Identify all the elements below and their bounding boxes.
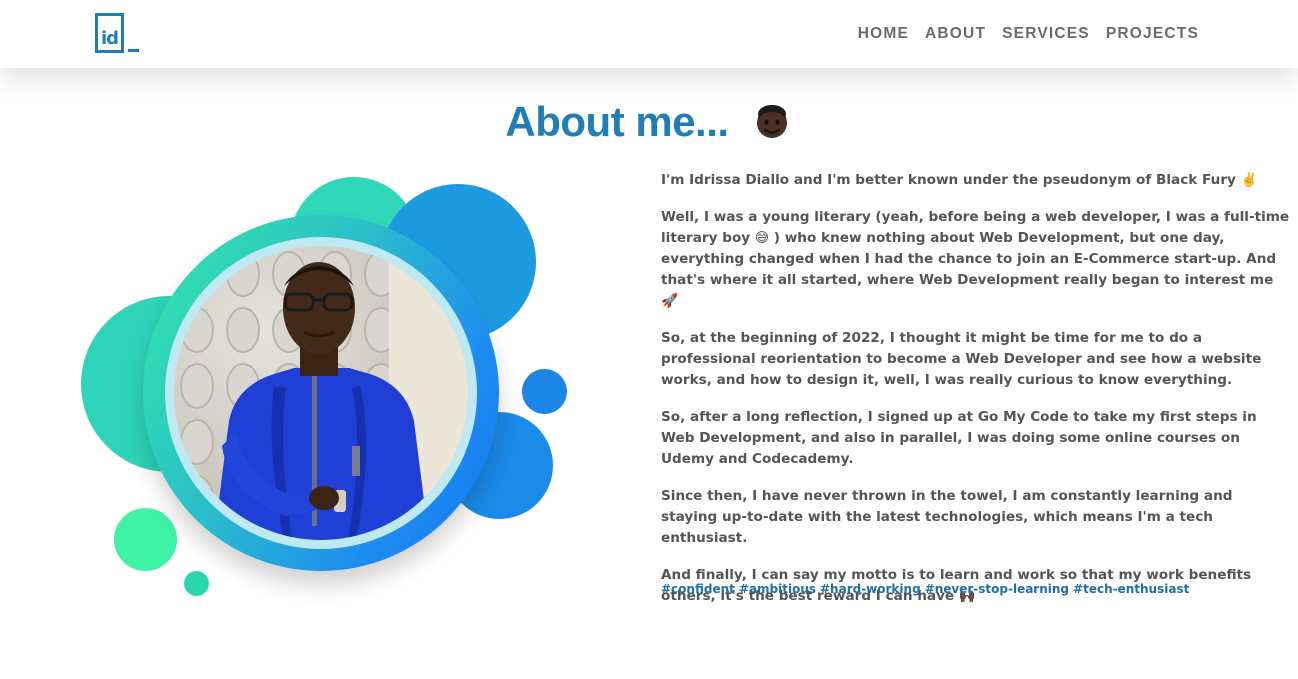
about-paragraph: So, after a long reflection, I signed up…	[661, 409, 1257, 467]
page-title: About me...	[505, 98, 729, 145]
about-paragraph: So, at the beginning of 2022, I thought …	[661, 330, 1262, 388]
hashtag: #hard-working	[820, 582, 921, 596]
decor-bubble-blue-small	[522, 369, 567, 414]
man-face-emoji-icon	[756, 105, 787, 138]
about-paragraph: Well, I was a young literary (yeah, befo…	[661, 209, 1290, 309]
nav-home-link[interactable]: HOME	[858, 25, 909, 43]
profile-photo	[174, 246, 468, 540]
about-heading-row: About me...	[0, 98, 1298, 146]
nav-about-link[interactable]: ABOUT	[925, 25, 986, 43]
site-logo[interactable]: id	[95, 13, 141, 53]
logo-mark: id	[95, 13, 124, 53]
about-paragraph: I'm Idrissa Diallo and I'm better known …	[661, 172, 1258, 188]
hashtag: #tech-enthusiast	[1073, 582, 1190, 596]
nav-services-link[interactable]: SERVICES	[1002, 25, 1090, 43]
hashtag: #never-stop-learning	[924, 582, 1070, 596]
person-portrait-icon	[174, 246, 468, 540]
decor-bubble-green	[114, 508, 177, 571]
logo-text: id	[100, 28, 119, 49]
logo-underscore	[128, 49, 139, 52]
about-content: I'm Idrissa Diallo and I'm better known …	[661, 170, 1291, 623]
hashtag: #confident	[661, 582, 735, 596]
nav-projects-link[interactable]: PROJECTS	[1106, 25, 1199, 43]
hashtag: #ambitious	[738, 582, 816, 596]
about-paragraph: Since then, I have never thrown in the t…	[661, 488, 1233, 546]
hashtag-list: #confident #ambitious #hard-working #nev…	[661, 582, 1291, 596]
main-nav: HOME ABOUT SERVICES PROJECTS	[858, 25, 1199, 43]
site-header: id HOME ABOUT SERVICES PROJECTS	[0, 0, 1298, 68]
decor-bubble-green-tiny	[184, 571, 209, 596]
